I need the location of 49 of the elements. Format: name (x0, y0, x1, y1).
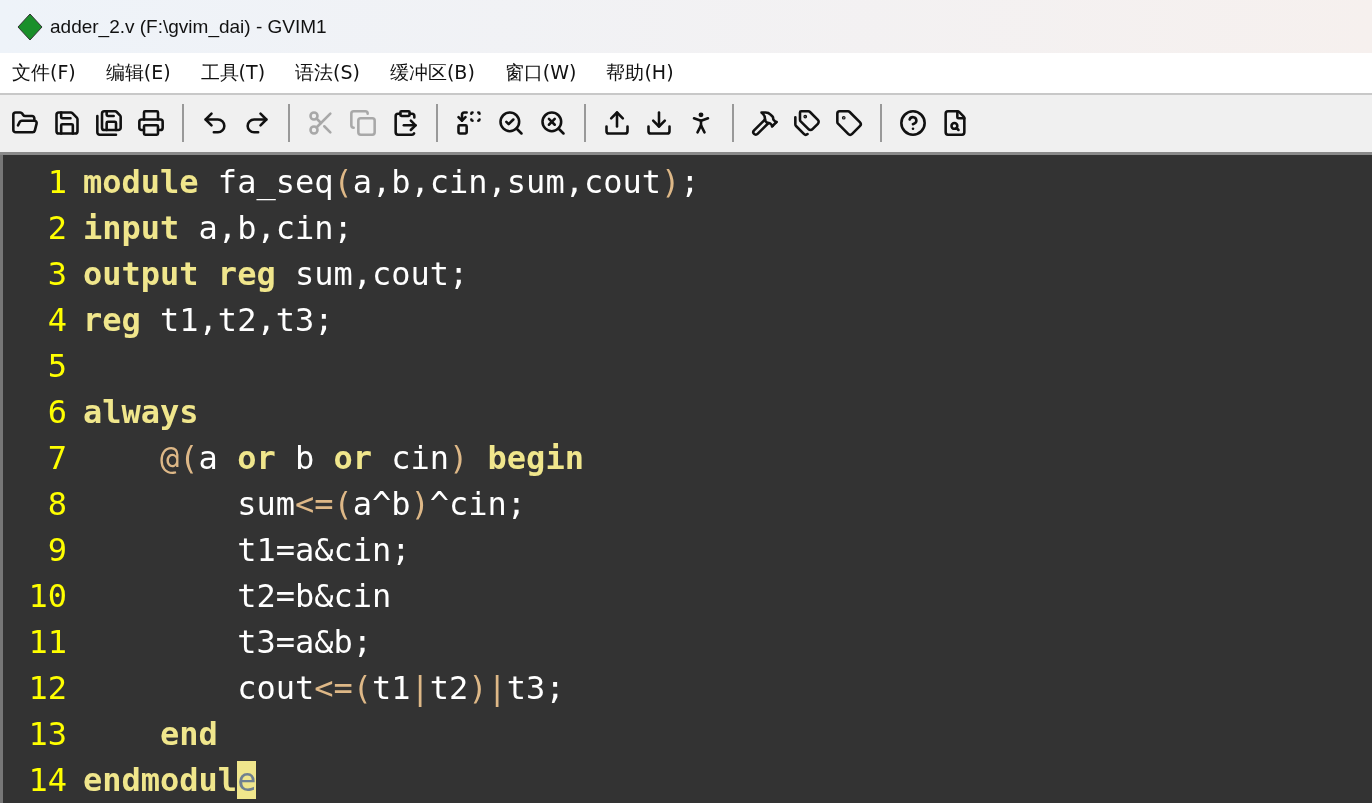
code-line: input a,b,cin; (83, 209, 353, 247)
menu-item[interactable]: 语法(S) (287, 60, 368, 87)
line-number: 1 (46, 163, 68, 201)
code-line: endmodule (83, 761, 257, 799)
code-line: end (159, 715, 218, 753)
print-icon (137, 109, 165, 138)
code-line: sum<=(a^b)^cin; (236, 485, 527, 523)
line-number: 11 (27, 623, 68, 661)
menu-item[interactable]: 缓冲区(B) (381, 60, 483, 87)
menu-item[interactable]: 编辑(E) (97, 60, 179, 87)
code-line: t2=b&cin (236, 577, 392, 615)
upload-icon (603, 109, 631, 138)
menu-item[interactable]: 窗口(W) (496, 60, 585, 87)
paste-icon (391, 109, 419, 138)
menu-item[interactable]: 帮助(H) (598, 60, 682, 87)
line-number: 10 (27, 577, 68, 615)
code-line: @(a or b or cin) begin (159, 439, 584, 477)
code-line: t1=a&cin; (236, 531, 411, 569)
line-number: 8 (46, 485, 68, 523)
window-title: adder_2.v (F:\gvim_dai) - GVIM1 (50, 15, 327, 38)
line-number: 12 (27, 669, 68, 707)
line-number: 14 (27, 761, 68, 799)
tag-icon (835, 109, 863, 138)
app-logo-icon (16, 11, 44, 42)
save-icon (53, 109, 81, 138)
code-editor[interactable] (0, 155, 1372, 803)
code-line: t3=a&b; (236, 623, 372, 661)
code-line: always (83, 393, 199, 431)
menu-item[interactable]: 工具(T) (192, 60, 274, 87)
line-number: 9 (46, 531, 68, 569)
copy-icon (349, 109, 377, 138)
code-line: module fa_seq(a,b,cin,sum,cout); (83, 163, 700, 201)
tags-icon (793, 109, 821, 138)
line-number: 7 (46, 439, 68, 477)
code-line: reg t1,t2,t3; (83, 301, 334, 339)
code-line: cout<=(t1|t2)|t3; (236, 669, 565, 707)
menu-item[interactable]: 文件(F) (4, 60, 84, 87)
line-number: 4 (46, 301, 68, 339)
line-number: 5 (46, 347, 68, 385)
line-number: 13 (27, 715, 68, 753)
save-all-icon (95, 109, 123, 138)
cut-icon (307, 109, 335, 138)
download-icon (645, 109, 673, 138)
line-number: 2 (46, 209, 68, 247)
line-number: 6 (46, 393, 68, 431)
line-number: 3 (46, 255, 68, 293)
help-icon (899, 109, 927, 138)
code-line: output reg sum,cout; (83, 255, 469, 293)
hammer-icon (751, 109, 779, 138)
